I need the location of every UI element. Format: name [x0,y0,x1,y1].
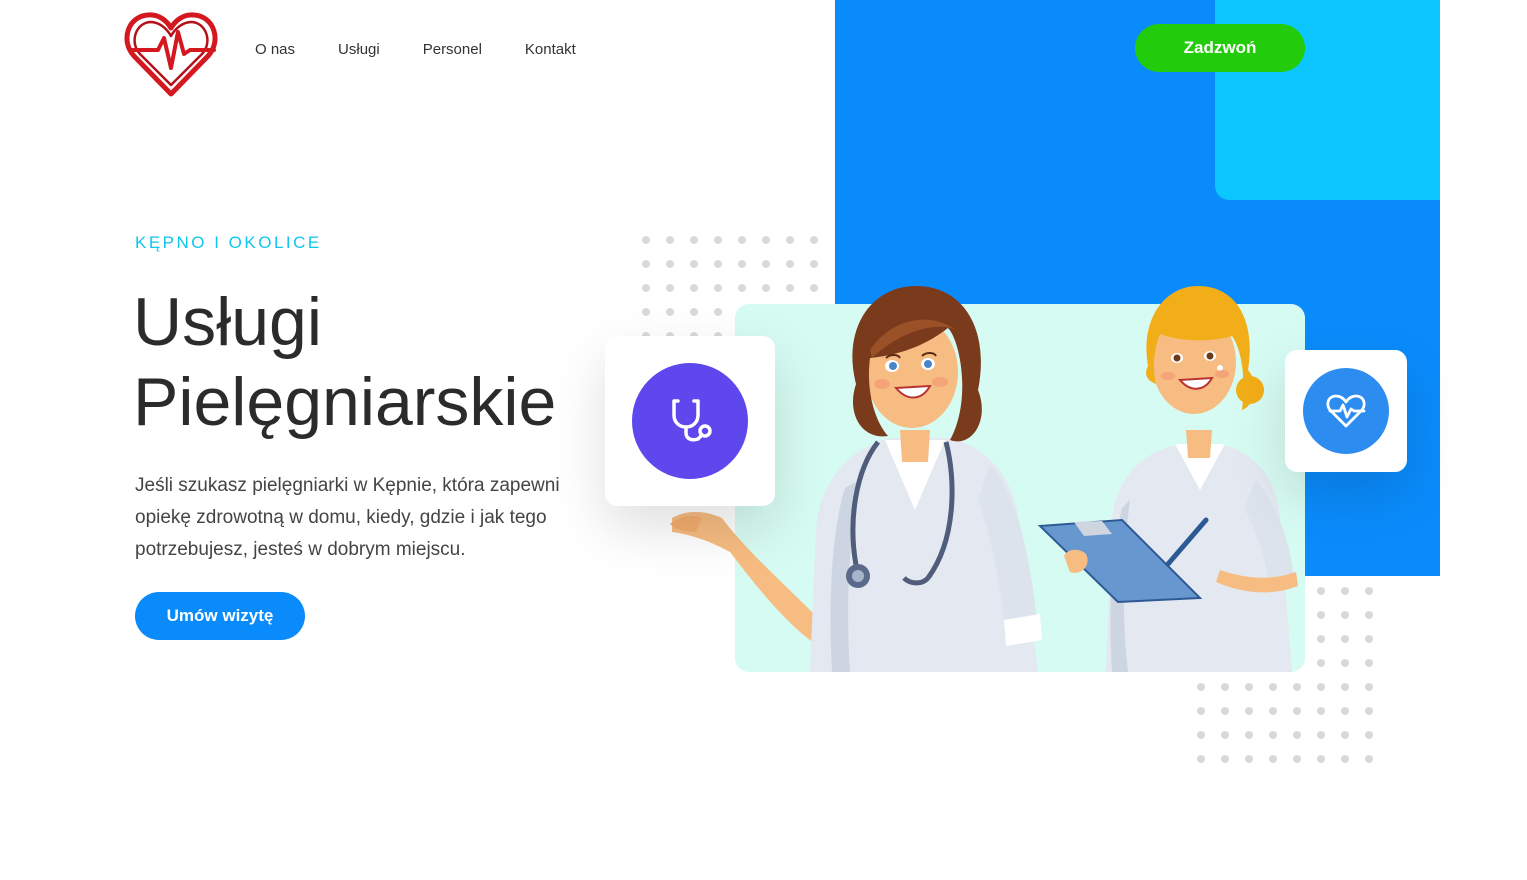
page-title: Usługi Pielęgniarskie [133,282,556,442]
heart-pulse-logo-icon [124,12,218,97]
stethoscope-badge [632,363,748,479]
stethoscope-card [605,336,775,506]
hero-description: Jeśli szukasz pielęgniarki w Kępnie, któ… [135,475,560,560]
nav-item-o-nas[interactable]: O nas [255,40,295,60]
nav-item-personel[interactable]: Personel [423,40,482,60]
page-title-line-2: Pielęgniarskie [133,364,557,440]
call-button[interactable]: Zadzwoń [1135,24,1305,72]
logo[interactable] [124,10,218,98]
nav-item-uslugi[interactable]: Usługi [338,40,380,60]
heart-pulse-icon [1326,394,1366,428]
heart-pulse-card [1285,350,1407,472]
hero-eyebrow: KĘPNO I OKOLICE [135,233,322,252]
nav-item-kontakt[interactable]: Kontakt [525,40,576,60]
heart-pulse-badge [1303,368,1389,454]
book-visit-button[interactable]: Umów wizytę [135,592,305,640]
stethoscope-icon [672,399,712,442]
page-title-line-1: Usługi [133,284,322,360]
main-nav: O nas Usługi Personel Kontakt [255,40,619,60]
